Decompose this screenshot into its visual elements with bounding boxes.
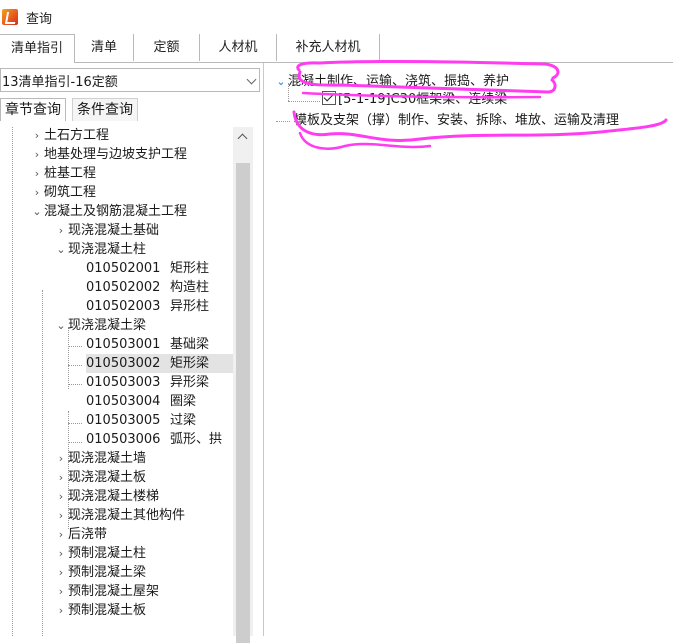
highlight-annotation (292, 59, 668, 150)
